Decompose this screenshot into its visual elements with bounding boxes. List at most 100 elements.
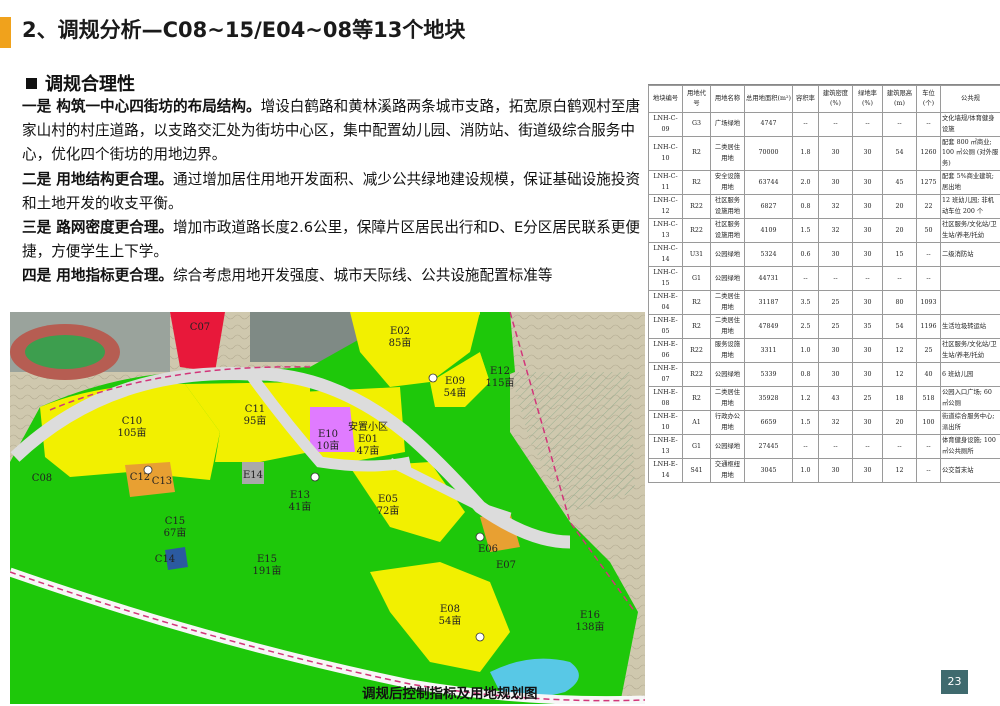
label-e05-area: 72亩	[377, 504, 400, 517]
table-cell: --	[818, 112, 853, 137]
table-cell: 体育健身设施; 100 ㎡公共厕所	[940, 434, 1000, 460]
table-cell: LNH-C-13	[648, 218, 683, 244]
label-c11-area: 95亩	[244, 414, 267, 427]
table-cell: --	[916, 266, 941, 292]
table-cell: 二级消防站	[940, 242, 1000, 268]
table-cell: 交通枢纽用地	[710, 458, 745, 484]
label-e16-code: E16	[580, 610, 600, 621]
table-cell: 35928	[744, 386, 793, 412]
label-c13-code: C13	[152, 476, 172, 487]
table-cell: 1196	[916, 314, 941, 340]
table-cell: 公园绿地	[710, 266, 745, 292]
table-cell: 30	[852, 458, 883, 484]
label-residential-name: 安置小区	[348, 420, 388, 433]
table-body: LNH-C-09 G3 广场绿地 4747 -- -- -- -- -- 文化墙规/体育健身设施 L…	[648, 112, 1000, 484]
land-use-map-svg: C10 105亩 C11 95亩 C12 C13 C15 67亩 C14 C08…	[10, 312, 645, 704]
label-e08-area: 54亩	[439, 614, 462, 627]
table-cell: 63744	[744, 170, 793, 196]
table-cell: 社区服务设施用地	[710, 194, 745, 220]
label-e09-code: E09	[445, 376, 465, 387]
label-c15-code: C15	[165, 516, 185, 527]
table-cell: 27445	[744, 434, 793, 460]
table-cell: G1	[682, 266, 711, 292]
table-cell: --	[882, 112, 917, 137]
label-e12-code: E12	[490, 366, 510, 377]
table-cell: 54	[882, 135, 917, 172]
table-cell: 30	[818, 362, 853, 388]
table-cell: 31187	[744, 290, 793, 316]
table-cell: 30	[852, 338, 883, 364]
table-cell: 2.5	[792, 314, 819, 340]
table-row: LNH-E-04 R2 二类居住用地 31187 3.5 25 30 80 1093	[648, 290, 1000, 316]
table-row: LNH-C-13 R22 社区服务设施用地 4109 1.5 32 30 20 50 社区服务/文…	[648, 218, 1000, 244]
table-cell: 配套 5%商业建筑; 居出地	[940, 170, 1000, 196]
table-cell: 1.5	[792, 218, 819, 244]
table-cell: A1	[682, 410, 711, 436]
column-header: 地块编号	[648, 85, 683, 113]
table-cell: 1.0	[792, 338, 819, 364]
table-cell: U31	[682, 242, 711, 268]
table-cell: 30	[852, 290, 883, 316]
label-e01-area: 47亩	[357, 444, 380, 457]
column-header: 容积率	[792, 85, 819, 113]
table-cell: 1275	[916, 170, 941, 196]
rationale-text: 一是 构筑一中心四街坊的布局结构。增设白鹤路和黄林溪路两条城市支路，拓宽原白鹤观…	[22, 95, 647, 289]
facility-marker-icon	[310, 472, 320, 482]
table-cell: 12 班幼儿园; 非机动车位 200 个	[940, 194, 1000, 220]
label-c10-area: 105亩	[117, 426, 146, 439]
page-number: 23	[941, 670, 968, 694]
table-cell: G1	[682, 434, 711, 460]
table-cell: G3	[682, 112, 711, 137]
table-cell: 25	[818, 290, 853, 316]
title-accent-bar	[0, 17, 11, 48]
label-c07-code: C07	[190, 322, 210, 333]
table-cell: 二类居住用地	[710, 290, 745, 316]
label-e16-area: 138亩	[575, 620, 604, 633]
table-cell: 6 班幼儿园	[940, 362, 1000, 388]
table-row: LNH-C-14 U31 公园绿地 5324 0.6 30 30 15 -- 二级消防站	[648, 242, 1000, 268]
table-cell: 54	[882, 314, 917, 340]
facility-marker-icon	[475, 632, 485, 642]
table-cell: 2.0	[792, 170, 819, 196]
table-cell: 生活垃圾转运站	[940, 314, 1000, 340]
table-cell: --	[916, 434, 941, 460]
table-cell: LNH-E-06	[648, 338, 683, 364]
table-cell: 1.8	[792, 135, 819, 172]
table-cell: 1.0	[792, 458, 819, 484]
table-cell: 20	[882, 218, 917, 244]
table-row: LNH-E-07 R22 公园绿地 5339 0.8 30 30 12 40 6 班幼儿园	[648, 362, 1000, 388]
table-cell: 30	[852, 218, 883, 244]
table-cell: LNH-C-14	[648, 242, 683, 268]
table-cell: 30	[852, 194, 883, 220]
label-e06-code: E06	[478, 544, 498, 555]
table-cell: 22	[916, 194, 941, 220]
label-c08-code: C08	[32, 473, 52, 484]
table-cell: 0.6	[792, 242, 819, 268]
table-cell: --	[916, 112, 941, 137]
table-cell: LNH-C-10	[648, 135, 683, 172]
table-cell: 6659	[744, 410, 793, 436]
table-row: LNH-E-13 G1 公园绿地 27445 -- -- -- -- -- 体育健身设施; 100…	[648, 434, 1000, 460]
table-cell: R22	[682, 218, 711, 244]
table-cell: 32	[818, 410, 853, 436]
label-e01-code: E01	[358, 434, 378, 445]
table-cell: 100	[916, 410, 941, 436]
label-c14-code: C14	[155, 554, 175, 565]
table-cell: 30	[818, 135, 853, 172]
table-cell: 3311	[744, 338, 793, 364]
table-row: LNH-C-12 R22 社区服务设施用地 6827 0.8 32 30 20 22 12 班幼儿…	[648, 194, 1000, 220]
column-header: 绿地率(%)	[852, 85, 883, 113]
table-cell: LNH-C-15	[648, 266, 683, 292]
table-cell: R22	[682, 194, 711, 220]
facility-marker-icon	[143, 465, 153, 475]
table-cell: --	[792, 112, 819, 137]
table-cell: LNH-E-13	[648, 434, 683, 460]
table-cell: 30	[852, 362, 883, 388]
rationale-point-4: 四是 用地指标更合理。综合考虑用地开发强度、城市天际线、公共设施配置标准等	[22, 264, 647, 288]
table-row: LNH-E-05 R2 二类居住用地 47849 2.5 25 35 54 1196 生活垃圾转运…	[648, 314, 1000, 340]
table-cell: 行政办公用地	[710, 410, 745, 436]
table-cell: 12	[882, 338, 917, 364]
table-cell: 公园绿地	[710, 434, 745, 460]
table-cell: 文化墙规/体育健身设施	[940, 112, 1000, 137]
table-cell: 广场绿地	[710, 112, 745, 137]
